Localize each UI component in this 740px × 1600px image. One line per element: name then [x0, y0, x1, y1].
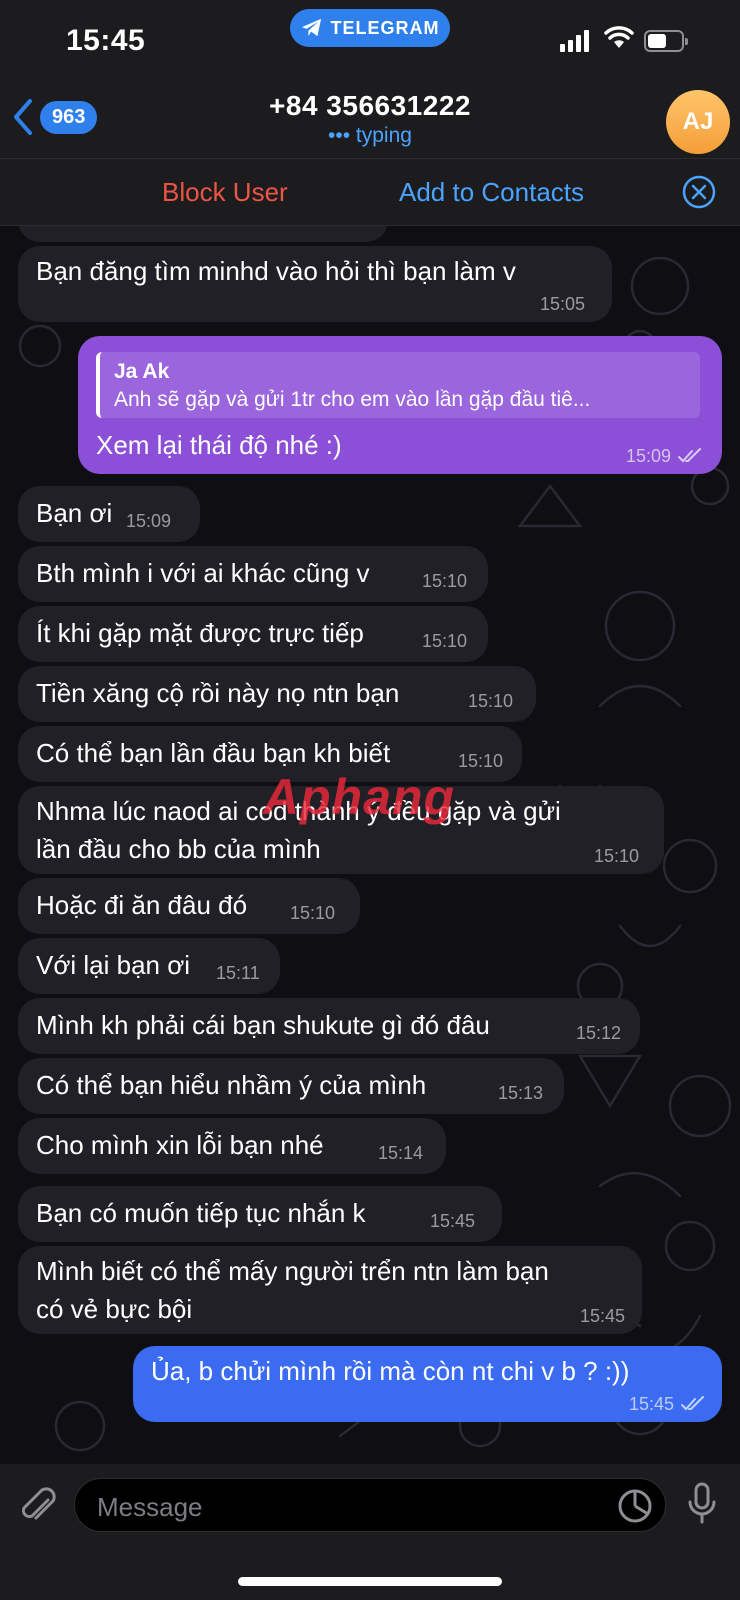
message-text: Với lại bạn ơi — [36, 950, 191, 980]
message-time: 15:10 — [422, 631, 468, 651]
block-user-button[interactable]: Block User — [162, 177, 288, 208]
message-bubble[interactable]: Ít khi gặp mặt được trực tiếp 15:10 — [18, 606, 488, 662]
message-text: Có thể bạn hiểu nhầm ý của mình — [36, 1070, 427, 1100]
message-time: 15:45 — [629, 1394, 675, 1414]
message-bubble[interactable]: Mình biết có thể mấy người trển ntn làm … — [18, 1246, 642, 1334]
message-text: Có thể bạn lần đầu bạn kh biết — [36, 738, 391, 768]
message-bubble[interactable]: Tiền xăng cộ rồi này nọ ntn bạn 15:10 — [18, 666, 536, 722]
message-text: Hoặc đi ăn đâu đó — [36, 890, 248, 920]
battery-icon — [644, 30, 688, 52]
message-time: 15:10 — [290, 903, 336, 923]
battery-level — [648, 34, 666, 48]
add-to-contacts-button[interactable]: Add to Contacts — [399, 177, 584, 208]
message-time: 15:10 — [594, 846, 640, 866]
home-indicator — [238, 1577, 502, 1586]
message-text: Mình kh phải cái bạn shukute gì đó đâu — [36, 1010, 490, 1040]
message-time: 15:45 — [430, 1211, 476, 1231]
avatar[interactable]: AJ — [666, 90, 730, 154]
cellular-signal-icon — [560, 30, 589, 52]
wifi-icon — [604, 26, 634, 48]
message-text: Bth mình i với ai khác cũng v — [36, 558, 370, 588]
contact-action-bar: Block User Add to Contacts — [0, 158, 740, 226]
message-time: 15:10 — [422, 571, 468, 591]
message-placeholder: Message — [97, 1492, 203, 1522]
message-time: 15:09 — [626, 446, 672, 466]
message-text-line-1: Mình biết có thể mấy người trển ntn làm … — [36, 1256, 549, 1286]
message-bubble[interactable]: Bạn ơi 15:09 — [18, 486, 200, 542]
message-time: 15:45 — [580, 1306, 626, 1326]
reply-author: Ja Ak — [114, 360, 170, 383]
message-bubble[interactable]: Với lại bạn ơi 15:11 — [18, 938, 280, 994]
message-bubble-outgoing[interactable]: Ja Ak Anh sẽ gặp và gửi 1tr cho em vào l… — [78, 336, 722, 474]
message-bubble[interactable]: Mình kh phải cái bạn shukute gì đó đâu 1… — [18, 998, 640, 1054]
message-bubble[interactable]: Có thể bạn hiểu nhầm ý của mình 15:13 — [18, 1058, 564, 1114]
mic-icon[interactable] — [686, 1482, 718, 1526]
watermark-logo: Aphang — [263, 769, 456, 825]
telegram-icon — [301, 18, 321, 37]
message-bubble[interactable]: Bạn có muốn tiếp tục nhắn k 15:45 — [18, 1186, 502, 1242]
message-text: Cho mình xin lỗi bạn nhé — [36, 1130, 324, 1160]
message-bubble-outgoing[interactable]: Ủa, b chửi mình rồi mà còn nt chi v b ? … — [133, 1346, 722, 1422]
message-bubble[interactable]: Cho mình xin lỗi bạn nhé 15:14 — [18, 1118, 446, 1174]
message-list[interactable]: Bạn đăng tìm minhd vào hỏi thì bạn làm v… — [0, 226, 740, 1464]
read-checks-icon — [678, 448, 701, 463]
message-time: 15:13 — [498, 1083, 544, 1103]
message-input[interactable]: Message — [74, 1478, 666, 1532]
message-bubble-partial[interactable] — [18, 226, 388, 242]
chat-header: 963 +84 356631222 ••• typing AJ — [0, 80, 740, 158]
message-text: Ủa, b chửi mình rồi mà còn nt chi v b ? … — [151, 1356, 630, 1386]
read-checks-icon — [681, 1396, 704, 1411]
status-time: 15:45 — [66, 24, 146, 57]
message-text: Tiền xăng cộ rồi này nọ ntn bạn — [36, 678, 400, 708]
message-text: Bạn đăng tìm minhd vào hỏi thì bạn làm v — [36, 256, 516, 286]
message-time: 15:09 — [126, 511, 172, 531]
message-text: Xem lại thái độ nhé :) — [96, 430, 342, 460]
message-time: 15:14 — [378, 1143, 424, 1163]
chat-title[interactable]: +84 356631222 — [0, 90, 740, 122]
message-time: 15:10 — [468, 691, 514, 711]
message-text-line-2: có vẻ bực bội — [36, 1294, 193, 1324]
message-text: Bạn ơi — [36, 498, 113, 528]
message-time: 15:11 — [216, 963, 260, 983]
telegram-return-pill[interactable]: TELEGRAM — [290, 9, 450, 47]
message-time: 15:12 — [576, 1023, 622, 1043]
message-text-line-2: lần đầu cho bb của mình — [36, 834, 321, 864]
status-bar: 15:45 TELEGRAM — [0, 0, 740, 80]
close-circle-icon[interactable] — [682, 175, 716, 209]
reply-snippet: Anh sẽ gặp và gửi 1tr cho em vào lần gặp… — [114, 388, 591, 411]
message-text: Ít khi gặp mặt được trực tiếp — [36, 618, 364, 648]
message-time: 15:10 — [458, 751, 504, 771]
message-bubble[interactable]: Bạn đăng tìm minhd vào hỏi thì bạn làm v… — [18, 246, 612, 322]
message-bubble[interactable]: Bth mình i với ai khác cũng v 15:10 — [18, 546, 488, 602]
reply-quote[interactable]: Ja Ak Anh sẽ gặp và gửi 1tr cho em vào l… — [96, 352, 700, 418]
typing-status: ••• typing — [328, 124, 412, 147]
message-time: 15:05 — [540, 294, 586, 314]
message-text: Bạn có muốn tiếp tục nhắn k — [36, 1198, 366, 1228]
message-bubble[interactable]: Hoặc đi ăn đâu đó 15:10 — [18, 878, 360, 934]
telegram-pill-label: TELEGRAM — [330, 17, 440, 38]
sticker-icon[interactable] — [617, 1488, 653, 1524]
attach-icon[interactable] — [18, 1484, 58, 1528]
